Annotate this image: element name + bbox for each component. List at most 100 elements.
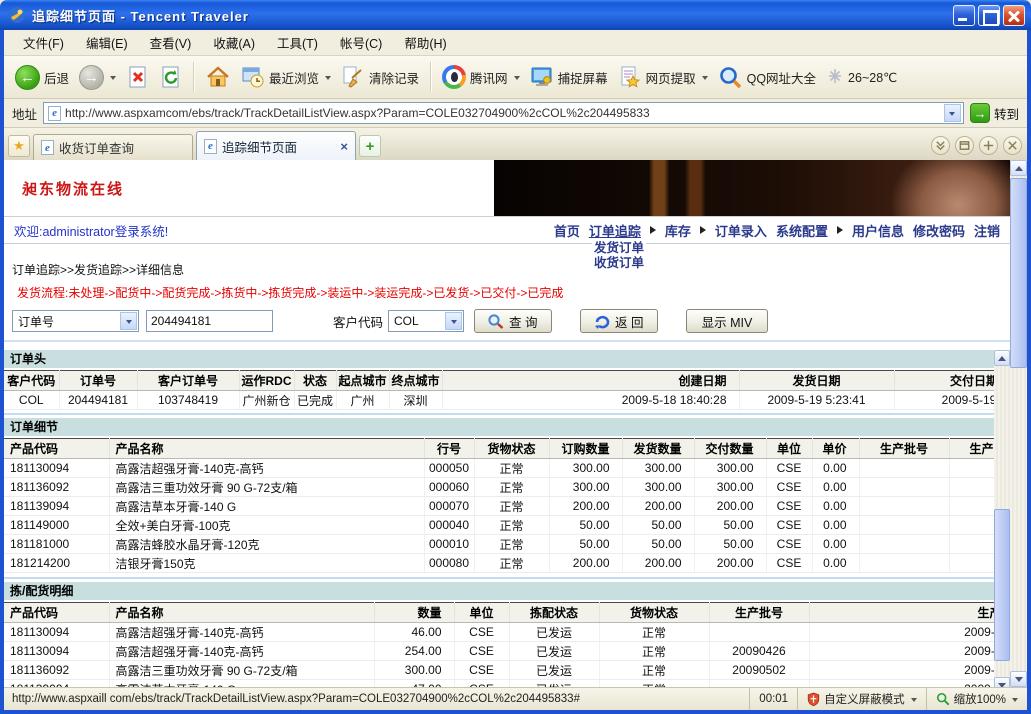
- scrollbar-track[interactable]: [994, 366, 1010, 677]
- home-button[interactable]: [200, 63, 236, 91]
- table-cell: [859, 516, 949, 535]
- dropdown-item-receive-order[interactable]: 收货订单: [594, 256, 644, 271]
- menu-item[interactable]: 工具(T): [266, 30, 329, 55]
- weather-widget[interactable]: 26~28℃: [821, 65, 902, 89]
- arrow-right-icon: [650, 226, 656, 234]
- clear-history-button[interactable]: 清除记录: [336, 63, 424, 91]
- search-type-select[interactable]: 订单号: [12, 310, 139, 332]
- inner-scrollbar[interactable]: [994, 350, 1010, 687]
- column-header: 客户订单号: [137, 371, 239, 391]
- order-detail-table: 产品代码产品名称行号货物状态订购数量发货数量交付数量单位单价生产批号生产1811…: [4, 438, 994, 573]
- scrollbar-thumb[interactable]: [994, 509, 1010, 661]
- stop-button[interactable]: [121, 63, 154, 92]
- column-header: 客户代码: [4, 371, 59, 391]
- menu-item[interactable]: 帮助(H): [393, 30, 457, 55]
- menu-bar: 文件(F)编辑(E)查看(V)收藏(A)工具(T)帐号(C)帮助(H): [4, 30, 1027, 56]
- restore-tab-button[interactable]: [955, 136, 974, 155]
- table-cell: 50.00: [549, 516, 622, 535]
- nav-system-config[interactable]: 系统配置: [776, 221, 828, 240]
- weather-icon: [826, 67, 844, 87]
- tab-receive-order-query[interactable]: 收货订单查询: [33, 134, 193, 160]
- scrollbar-track[interactable]: [1010, 176, 1027, 671]
- scroll-down-button[interactable]: [994, 677, 1010, 687]
- capture-screen-icon: [530, 65, 554, 89]
- recent-history-button[interactable]: 最近浏览: [236, 63, 336, 91]
- return-button[interactable]: 返 回: [580, 309, 658, 333]
- table-cell: 000050: [424, 459, 474, 478]
- nav-inventory[interactable]: 库存: [665, 221, 691, 240]
- column-header: 行号: [424, 439, 474, 459]
- forward-button[interactable]: →: [74, 63, 121, 92]
- query-button[interactable]: 查 询: [474, 309, 552, 333]
- extract-dropdown-caret: [702, 76, 708, 83]
- new-tab-button[interactable]: +: [359, 135, 381, 157]
- menu-item[interactable]: 文件(F): [12, 30, 75, 55]
- table-cell: 000040: [424, 516, 474, 535]
- address-url-text: http://www.aspxamcom/ebs/track/TrackDeta…: [65, 106, 940, 120]
- refresh-button[interactable]: [154, 63, 187, 92]
- chevron-double-down-icon: [934, 139, 947, 152]
- block-mode-control[interactable]: 自定义屏蔽模式: [797, 688, 926, 710]
- scroll-down-button[interactable]: [1010, 671, 1027, 687]
- table-cell: 2009-5-19 5:23:41: [739, 391, 894, 410]
- nav-home[interactable]: 首页: [554, 221, 580, 240]
- address-input[interactable]: http://www.aspxamcom/ebs/track/TrackDeta…: [43, 102, 964, 124]
- maximize-button[interactable]: [978, 5, 1000, 26]
- tencent-site-button[interactable]: 腾讯网: [437, 63, 525, 91]
- dropdown-item-ship-order[interactable]: 发货订单: [594, 241, 644, 256]
- table-cell: 全效+美白牙膏-100克: [109, 516, 424, 535]
- tab-close-icon[interactable]: ×: [340, 139, 348, 154]
- favorites-button[interactable]: ★: [8, 135, 30, 157]
- ie-page-icon: [48, 106, 61, 121]
- table-cell: 0.00: [812, 478, 859, 497]
- recent-dropdown-caret: [325, 76, 331, 83]
- table-cell: 47.00: [374, 680, 454, 688]
- capture-screen-button[interactable]: 捕捉屏幕: [525, 63, 613, 91]
- search-form: 订单号 客户代码 COL 查 询: [4, 309, 1010, 342]
- nav-order-track[interactable]: 订单追踪: [589, 221, 641, 240]
- tencent-qq-icon: [442, 65, 466, 89]
- nav-logout[interactable]: 注销: [974, 221, 1000, 240]
- menu-item[interactable]: 收藏(A): [202, 30, 266, 55]
- go-button[interactable]: → 转到: [970, 103, 1019, 123]
- back-button[interactable]: ← 后退: [10, 63, 74, 92]
- menu-item[interactable]: 查看(V): [139, 30, 203, 55]
- page-extract-button[interactable]: 网页提取: [613, 63, 713, 91]
- customer-code-select[interactable]: COL: [388, 310, 464, 332]
- scrollbar-thumb[interactable]: [1010, 178, 1027, 368]
- nav-user-info[interactable]: 用户信息: [852, 221, 904, 240]
- order-number-input[interactable]: [146, 310, 273, 332]
- close-button[interactable]: [1003, 5, 1025, 26]
- table-cell: 000080: [424, 554, 474, 573]
- status-url-text: http://www.aspxaill com/ebs/track/TrackD…: [4, 693, 749, 705]
- table-cell: CSE: [454, 623, 509, 642]
- table-cell: 高露洁超强牙膏-140克-高钙: [109, 459, 424, 478]
- chevron-down-icon: [1012, 698, 1018, 705]
- close-tabbar-button[interactable]: [1003, 136, 1022, 155]
- pin-tab-button[interactable]: [979, 136, 998, 155]
- table-cell: 正常: [474, 554, 549, 573]
- nav-change-password[interactable]: 修改密码: [913, 221, 965, 240]
- scroll-up-button[interactable]: [994, 350, 1010, 366]
- address-dropdown-button[interactable]: [944, 104, 961, 122]
- table-cell: CSE: [766, 497, 812, 516]
- menu-item[interactable]: 帐号(C): [329, 30, 393, 55]
- zoom-control[interactable]: 缩放100%: [926, 688, 1027, 710]
- nav-order-entry[interactable]: 订单录入: [715, 221, 767, 240]
- scroll-up-button[interactable]: [1010, 160, 1027, 176]
- tab-list-button[interactable]: [931, 136, 950, 155]
- table-cell: 200.00: [694, 554, 766, 573]
- table-cell: 高露洁蜂胶水晶牙膏-120克: [109, 535, 424, 554]
- table-cell: 2009-5-19 8: [894, 391, 994, 410]
- show-miv-button[interactable]: 显示 MIV: [686, 309, 768, 333]
- qq-sites-button[interactable]: QQ网址大全: [713, 63, 821, 92]
- page-scrollbar[interactable]: [1010, 160, 1027, 687]
- status-bar: http://www.aspxaill com/ebs/track/TrackD…: [4, 687, 1027, 710]
- minimize-button[interactable]: [953, 5, 975, 26]
- table-row: 181136092高露洁三重功效牙膏 90 G-72支/箱300.00CSE已发…: [4, 661, 994, 680]
- close-x-icon: [1006, 139, 1019, 152]
- table-row: 181130094高露洁超强牙膏-140克-高钙46.00CSE已发运正常200…: [4, 623, 994, 642]
- tab-track-detail[interactable]: 追踪细节页面 ×: [196, 131, 356, 160]
- table-cell: [949, 478, 994, 497]
- menu-item[interactable]: 编辑(E): [75, 30, 139, 55]
